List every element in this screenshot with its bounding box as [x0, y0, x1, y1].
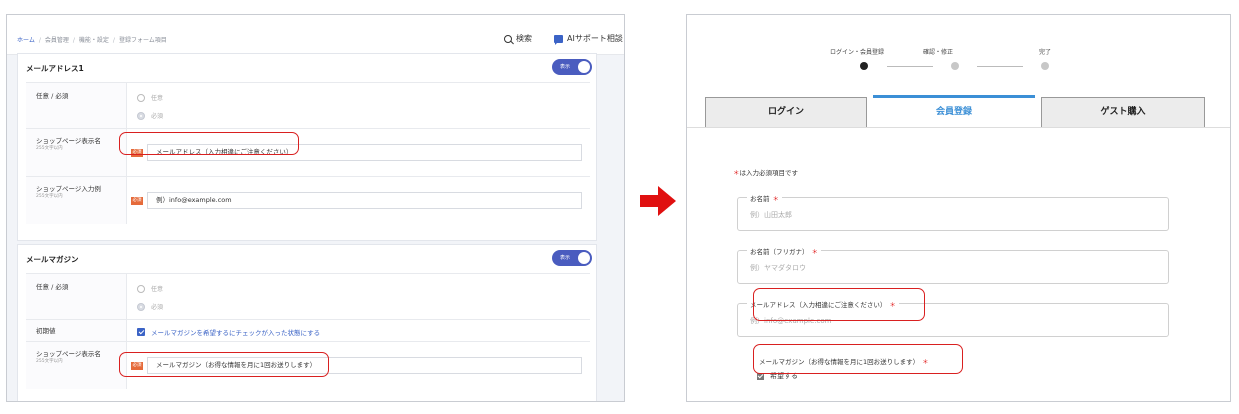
breadcrumb-settings[interactable]: 機能・設定 [79, 37, 109, 44]
tab-register[interactable]: 会員登録 [873, 95, 1035, 127]
step-dot-current [860, 62, 868, 70]
step-line [887, 66, 933, 67]
initial-checked-checkbox[interactable]: メールマガジンを希望するにチェックが入った状態にする [137, 327, 320, 337]
ai-support-label: AIサポート相談 [567, 34, 623, 43]
radio-required[interactable]: 必須 [137, 302, 163, 311]
progress-steps: ログイン・会員登録 確認・修正 完了 [687, 47, 1230, 87]
email-section-title: メールアドレス1 [26, 64, 84, 73]
name-kana-field[interactable]: お名前（フリガナ）＊ 例）ヤマダタロウ [737, 246, 1169, 284]
checkbox-icon [137, 328, 145, 336]
email-section-header: メールアドレス1 表示 [18, 54, 596, 80]
breadcrumb-current: 登録フォーム項目 [118, 37, 167, 44]
magazine-initial-row: 初期値 メールマガジンを希望するにチェックが入った状態にする [26, 319, 590, 341]
magazine-section: メールマガジン 表示 任意 / 必須 任意 必須 初期値 メールマガジンを希望す… [17, 244, 597, 401]
highlight-email-label [119, 132, 299, 155]
auth-tabs: ログイン 会員登録 ゲスト購入 [705, 95, 1205, 127]
email-required-row: 任意 / 必須 任意 必須 [26, 82, 590, 128]
admin-topbar: ホーム / 会員管理 / 機能・設定 / 登録フォーム項目 検索 AIサポート相談 [7, 15, 624, 55]
magazine-section-title: メールマガジン [26, 255, 79, 264]
toggle-knob [578, 252, 590, 264]
magazine-display-toggle[interactable]: 表示 [552, 250, 592, 266]
breadcrumb-member[interactable]: 会員管理 [45, 37, 69, 44]
name-kana-placeholder: 例）ヤマダタロウ [750, 264, 806, 272]
admin-form-settings-panel: ホーム / 会員管理 / 機能・設定 / 登録フォーム項目 検索 AIサポート相談 メールア… [6, 14, 625, 402]
breadcrumb-home[interactable]: ホーム [17, 37, 35, 44]
required-note: ＊は入力必須項目です [733, 169, 798, 177]
step-line [977, 66, 1023, 67]
required-badge: 必須 [131, 197, 143, 205]
email-display-toggle[interactable]: 表示 [552, 59, 592, 75]
highlight-magazine-label [119, 352, 329, 377]
ai-support-button[interactable]: AIサポート相談 [554, 33, 623, 45]
tabs-divider [687, 127, 1230, 128]
step-dot [951, 62, 959, 70]
highlight-magazine-field [753, 344, 963, 374]
toggle-knob [578, 61, 590, 73]
search-label: 検索 [516, 34, 532, 43]
step-label-login: ログイン・会員登録 [830, 49, 885, 56]
name-field[interactable]: お名前＊ 例）山田太郎 [737, 193, 1169, 231]
radio-optional[interactable]: 任意 [137, 93, 163, 102]
breadcrumb: ホーム / 会員管理 / 機能・設定 / 登録フォーム項目 [17, 37, 167, 44]
radio-optional[interactable]: 任意 [137, 284, 163, 293]
search-icon [504, 34, 512, 43]
tab-guest[interactable]: ゲスト購入 [1041, 97, 1205, 127]
step-label-complete: 完了 [1039, 49, 1052, 56]
arrow-right-icon [640, 186, 676, 216]
step-dot [1041, 62, 1049, 70]
search-button[interactable]: 検索 [504, 33, 532, 44]
step-label-confirm: 確認・修正 [923, 49, 954, 56]
email-display-name-row: ショップページ表示名 255文字以内 必須 メールアドレス（入力相違にご注意くださ… [26, 128, 590, 176]
magazine-section-header: メールマガジン 表示 [18, 245, 596, 271]
chat-icon [554, 34, 563, 45]
email-example-input[interactable]: 例）info@example.com [147, 192, 582, 209]
highlight-email-field [753, 288, 925, 321]
email-section: メールアドレス1 表示 任意 / 必須 任意 必須 ショップページ表示名 255文… [17, 53, 597, 241]
email-example-row: ショップページ入力例 255文字以内 必須 例）info@example.com [26, 176, 590, 224]
tab-login[interactable]: ログイン [705, 97, 867, 127]
name-placeholder: 例）山田太郎 [750, 211, 792, 219]
shop-registration-panel: ログイン・会員登録 確認・修正 完了 ログイン 会員登録 ゲスト購入 ＊は入力必… [686, 14, 1231, 402]
magazine-required-row: 任意 / 必須 任意 必須 [26, 273, 590, 319]
radio-required[interactable]: 必須 [137, 111, 163, 120]
